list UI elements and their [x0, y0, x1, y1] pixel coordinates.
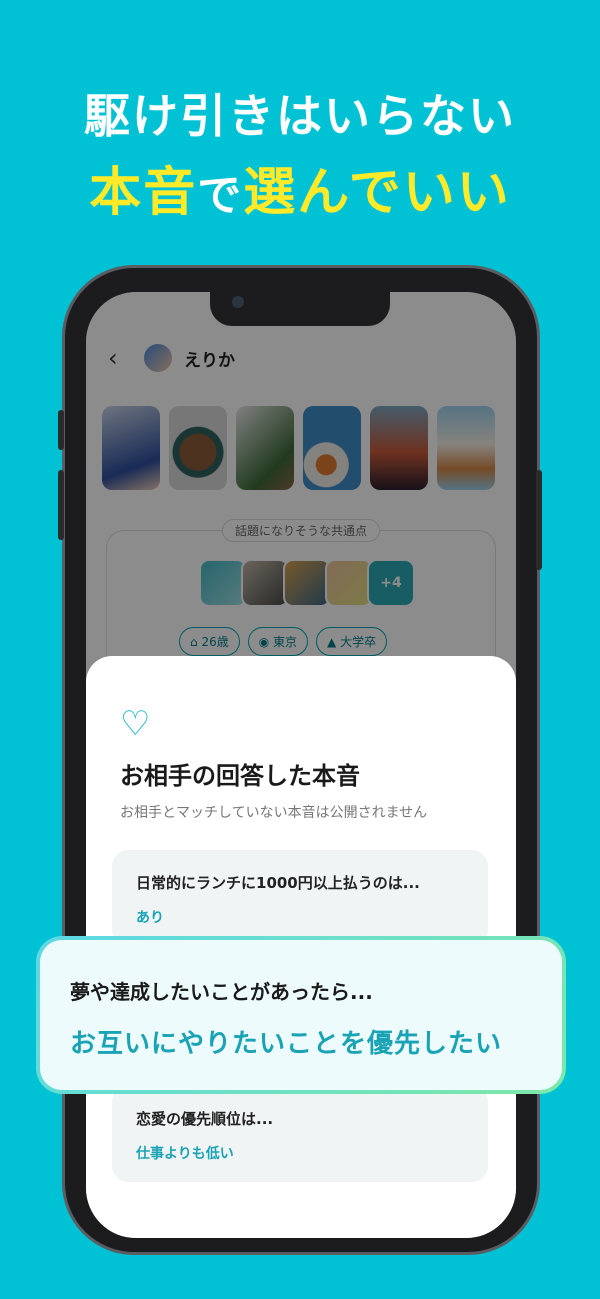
headline-de: で — [197, 170, 244, 221]
highlight-question: 夢や達成したいことがあったら... — [70, 980, 373, 1004]
answer-card: 恋愛の優先順位は... 仕事よりも低い — [112, 1086, 488, 1182]
phone-side-button — [58, 470, 64, 540]
headline-line1: 駆け引きはいらない — [84, 89, 516, 143]
highlight-bubble: 夢や達成したいことがあったら... お互いにやりたいことを優先したい — [36, 936, 566, 1094]
phone-side-button — [536, 470, 542, 570]
answer-question: 恋愛の優先順位は... — [136, 1110, 274, 1128]
headline-erande: 選んでいい — [243, 163, 511, 223]
sheet-subtitle: お相手とマッチしていない本音は公開されません — [120, 805, 428, 821]
answer-value: あり — [136, 910, 164, 926]
answer-card: 日常的にランチに1000円以上払うのは... あり — [112, 850, 488, 946]
heart-logo-icon: ♡ — [120, 704, 151, 744]
answer-value: 仕事よりも低い — [136, 1146, 234, 1162]
answer-question: 日常的にランチに1000円以上払うのは... — [136, 874, 420, 892]
headline-honne: 本音 — [89, 163, 198, 223]
phone-screen: ‹ えりか 話題になりそうな共通点 +4 ⌂ 26歳 ◉ 東京 ▲ 大学卒 ♡ … — [86, 292, 516, 1238]
highlight-bubble-inner: 夢や達成したいことがあったら... お互いにやりたいことを優先したい — [40, 940, 562, 1090]
highlight-answer: お互いにやりたいことを優先したい — [70, 1029, 503, 1059]
sheet-title: お相手の回答した本音 — [120, 762, 360, 790]
camera-icon — [232, 296, 244, 308]
headline-line2: 本音で選んでいい — [0, 150, 600, 225]
phone-side-button — [58, 410, 64, 450]
